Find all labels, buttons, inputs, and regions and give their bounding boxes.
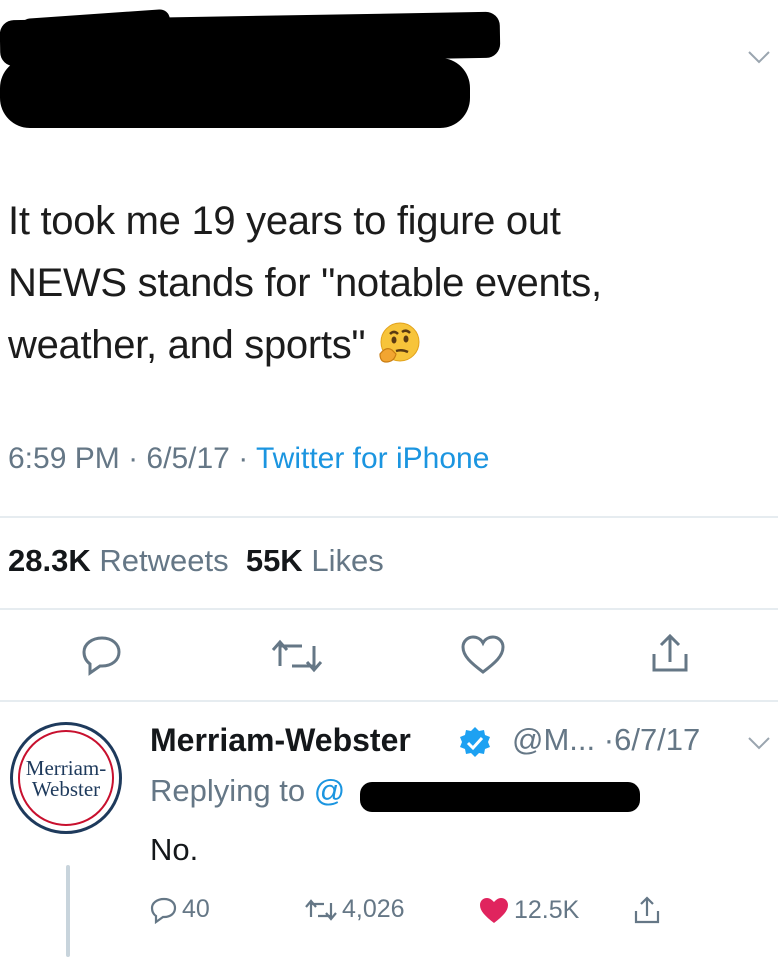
tweet-date: 6/5/17 [146, 442, 230, 475]
reply-action[interactable]: 40 [150, 895, 210, 924]
tweet-stats: 28.3K Retweets 55K Likes [8, 543, 384, 579]
avatar-text: Merriam- [25, 756, 107, 780]
thread-line [66, 865, 70, 957]
tweet-text-line: NEWS stands for "notable events, [8, 261, 602, 305]
retweet-count: 4,026 [342, 895, 405, 923]
divider [0, 700, 778, 702]
reply-icon[interactable] [80, 632, 124, 676]
tweet-source-link[interactable]: Twitter for iPhone [256, 442, 489, 475]
likes-label[interactable]: Likes [311, 543, 383, 578]
author-name[interactable]: Merriam-Webster [150, 722, 411, 758]
divider [0, 516, 778, 518]
share-icon[interactable] [632, 894, 662, 926]
retweet-icon[interactable] [304, 897, 338, 923]
meta-separator: · [238, 442, 249, 475]
like-count: 12.5K [514, 895, 580, 924]
verified-badge-icon [460, 727, 490, 757]
retweets-count[interactable]: 28.3K [8, 543, 91, 578]
redacted-reply-handle [360, 782, 640, 812]
reply-handle-date: @M... ·6/7/17 [512, 722, 700, 758]
tweet-time: 6:59 PM [8, 442, 120, 475]
tweet-text: It took me 19 years to figure out NEWS s… [8, 190, 748, 376]
likes-count[interactable]: 55K [246, 543, 303, 578]
reply-date[interactable]: ·6/7/17 [604, 722, 701, 757]
tweet-text-line: weather, and sports" [8, 314, 748, 376]
reply-count: 40 [182, 895, 210, 923]
reply-icon[interactable] [150, 896, 178, 924]
author-handle[interactable]: @M... [512, 722, 595, 757]
share-icon[interactable] [648, 630, 692, 676]
like-heart-filled-icon[interactable] [478, 895, 510, 925]
redacted-handle [0, 58, 470, 128]
retweet-action[interactable]: 4,026 [304, 895, 405, 924]
tweet-meta: 6:59 PM · 6/5/17 · Twitter for iPhone [8, 442, 489, 476]
chevron-down-icon[interactable] [748, 50, 770, 64]
thinking-face-icon [379, 322, 420, 363]
replying-handle-link[interactable]: @ [314, 773, 345, 808]
replying-to: Replying to @ [150, 773, 345, 809]
avatar-text: Webster [31, 777, 101, 801]
retweet-icon[interactable] [270, 636, 324, 676]
reply-text: No. [150, 832, 199, 867]
meta-separator: · [128, 442, 139, 475]
tweet-text-fragment: weather, and sports" [8, 323, 366, 367]
avatar[interactable]: Merriam- Webster [10, 722, 122, 834]
reply-author-name[interactable]: Merriam-Webster [150, 722, 411, 759]
divider [0, 608, 778, 610]
tweet-text-line: It took me 19 years to figure out [8, 199, 561, 243]
like-action[interactable]: 12.5K [478, 895, 579, 925]
chevron-down-icon[interactable] [748, 736, 770, 750]
replying-prefix: Replying to [150, 773, 306, 808]
retweets-label[interactable]: Retweets [99, 543, 228, 578]
like-heart-icon[interactable] [460, 634, 506, 676]
